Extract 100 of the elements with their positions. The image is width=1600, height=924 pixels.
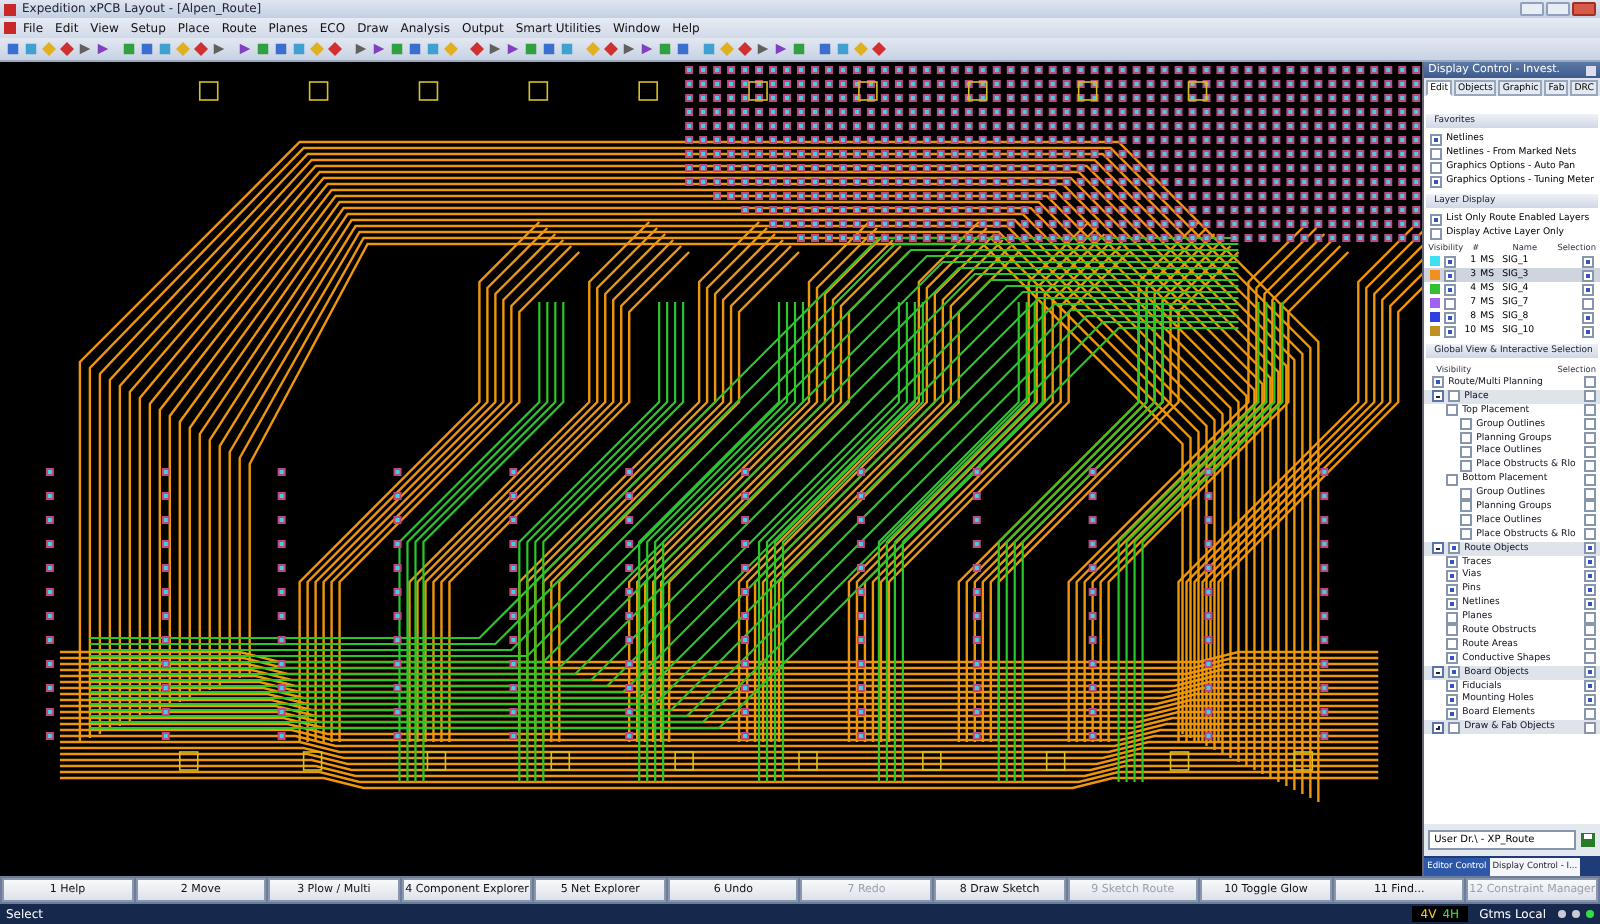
checkbox[interactable] [1584, 376, 1596, 389]
square-icon[interactable] [426, 42, 440, 56]
checkbox[interactable] [1444, 297, 1457, 309]
checkbox[interactable] [1430, 213, 1443, 225]
checkbox[interactable] [1584, 652, 1596, 665]
checkbox[interactable] [1460, 514, 1473, 527]
checkbox[interactable] [1430, 133, 1443, 145]
square-icon[interactable] [524, 42, 538, 56]
checkbox[interactable] [1448, 666, 1461, 679]
checkbox[interactable] [1448, 721, 1461, 734]
checkbox[interactable] [1582, 283, 1594, 295]
expand-toggle[interactable] [1432, 666, 1445, 679]
checkbox[interactable] [1444, 283, 1457, 295]
checkbox[interactable] [1582, 269, 1594, 281]
checkbox[interactable] [1446, 473, 1459, 486]
checkbox[interactable] [1446, 597, 1459, 610]
minimize-button[interactable] [1520, 2, 1544, 16]
square-icon[interactable] [390, 42, 404, 56]
checkbox[interactable] [1584, 418, 1596, 431]
close-button[interactable] [1586, 65, 1596, 75]
checkbox[interactable] [1446, 638, 1459, 651]
checkbox[interactable] [1584, 528, 1596, 541]
checkbox[interactable] [1430, 161, 1443, 173]
checkbox[interactable] [1444, 255, 1457, 267]
square-icon[interactable] [140, 42, 154, 56]
checkbox[interactable] [1430, 227, 1443, 239]
checkbox[interactable] [1584, 707, 1596, 720]
checkbox[interactable] [1460, 418, 1473, 431]
checkbox[interactable] [1584, 721, 1596, 734]
square-icon[interactable] [122, 42, 136, 56]
checkbox[interactable] [1446, 680, 1459, 693]
expand-toggle[interactable] [1432, 390, 1445, 403]
checkbox[interactable] [1582, 325, 1594, 337]
checkbox[interactable] [1444, 325, 1457, 337]
checkbox[interactable] [1460, 459, 1473, 472]
checkbox[interactable] [1446, 611, 1459, 624]
checkbox[interactable] [1430, 147, 1443, 159]
square-icon[interactable] [702, 42, 716, 56]
square-icon[interactable] [818, 42, 832, 56]
checkbox[interactable] [1460, 432, 1473, 444]
save-icon[interactable] [1580, 832, 1596, 848]
close-button[interactable] [1572, 2, 1596, 16]
checkbox[interactable] [1584, 556, 1596, 569]
checkbox[interactable] [1584, 473, 1596, 486]
expand-toggle[interactable] [1432, 542, 1445, 555]
checkbox[interactable] [1582, 311, 1594, 323]
square-icon[interactable] [6, 42, 20, 56]
checkbox[interactable] [1460, 528, 1473, 541]
checkbox[interactable] [1584, 500, 1596, 513]
checkbox[interactable] [1444, 269, 1457, 281]
square-icon[interactable] [542, 42, 556, 56]
checkbox[interactable] [1446, 569, 1459, 582]
square-icon[interactable] [408, 42, 422, 56]
checkbox[interactable] [1432, 376, 1445, 389]
checkbox[interactable] [1584, 693, 1596, 706]
square-icon[interactable] [658, 42, 672, 56]
checkbox[interactable] [1584, 390, 1596, 403]
checkbox[interactable] [1446, 693, 1459, 706]
maximize-button[interactable] [1546, 2, 1570, 16]
checkbox[interactable] [1584, 542, 1596, 555]
checkbox[interactable] [1584, 514, 1596, 527]
checkbox[interactable] [1430, 175, 1443, 187]
checkbox[interactable] [1446, 583, 1459, 596]
square-icon[interactable] [292, 42, 306, 56]
checkbox[interactable] [1584, 597, 1596, 610]
expand-toggle[interactable] [1432, 721, 1445, 734]
checkbox[interactable] [1584, 611, 1596, 624]
square-icon[interactable] [24, 42, 38, 56]
checkbox[interactable] [1584, 404, 1596, 417]
square-icon[interactable] [676, 42, 690, 56]
checkbox[interactable] [1584, 638, 1596, 651]
square-icon[interactable] [158, 42, 172, 56]
status-light-icon [1572, 910, 1580, 918]
square-icon[interactable] [836, 42, 850, 56]
checkbox[interactable] [1446, 624, 1459, 637]
checkbox[interactable] [1584, 432, 1596, 444]
checkbox[interactable] [1584, 624, 1596, 637]
checkbox[interactable] [1584, 680, 1596, 693]
checkbox[interactable] [1446, 707, 1459, 720]
square-icon[interactable] [560, 42, 574, 56]
checkbox[interactable] [1460, 487, 1473, 500]
checkbox[interactable] [1584, 569, 1596, 582]
checkbox[interactable] [1444, 311, 1457, 323]
checkbox[interactable] [1584, 459, 1596, 472]
checkbox[interactable] [1460, 500, 1473, 513]
square-icon[interactable] [256, 42, 270, 56]
square-icon[interactable] [274, 42, 288, 56]
checkbox[interactable] [1446, 404, 1459, 417]
checkbox[interactable] [1584, 666, 1596, 679]
checkbox[interactable] [1584, 583, 1596, 596]
checkbox[interactable] [1446, 652, 1459, 665]
checkbox[interactable] [1582, 297, 1594, 309]
checkbox[interactable] [1448, 542, 1461, 555]
checkbox[interactable] [1460, 445, 1473, 458]
checkbox[interactable] [1584, 487, 1596, 500]
checkbox[interactable] [1448, 390, 1461, 403]
checkbox[interactable] [1446, 556, 1459, 569]
checkbox[interactable] [1582, 255, 1594, 267]
square-icon[interactable] [792, 42, 806, 56]
checkbox[interactable] [1584, 445, 1596, 458]
